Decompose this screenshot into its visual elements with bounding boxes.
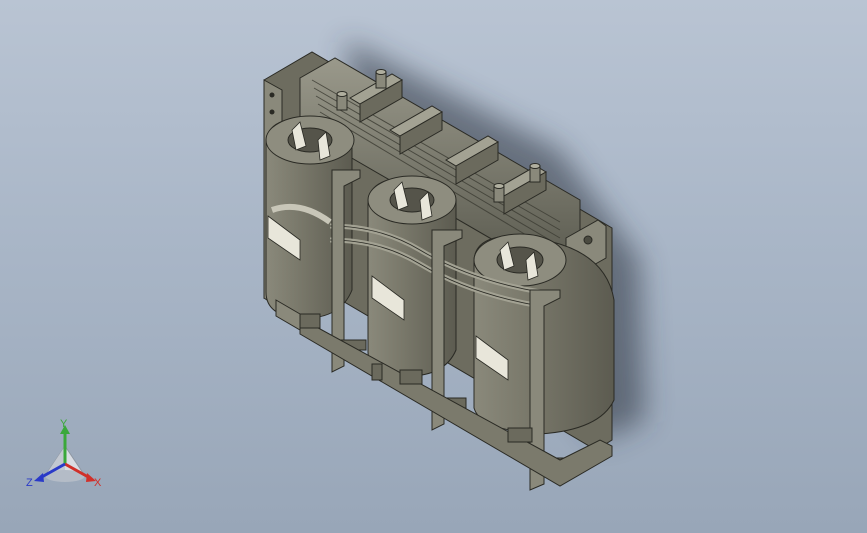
- graphics-viewport[interactable]: Y X Z: [0, 0, 867, 533]
- coordinate-triad: Y X Z: [26, 418, 102, 489]
- x-axis-label: X: [94, 477, 102, 489]
- transformer-model[interactable]: [0, 0, 867, 533]
- y-axis-label: Y: [60, 418, 68, 430]
- z-axis-arrow-icon: [34, 473, 44, 482]
- z-axis-label: Z: [26, 477, 33, 489]
